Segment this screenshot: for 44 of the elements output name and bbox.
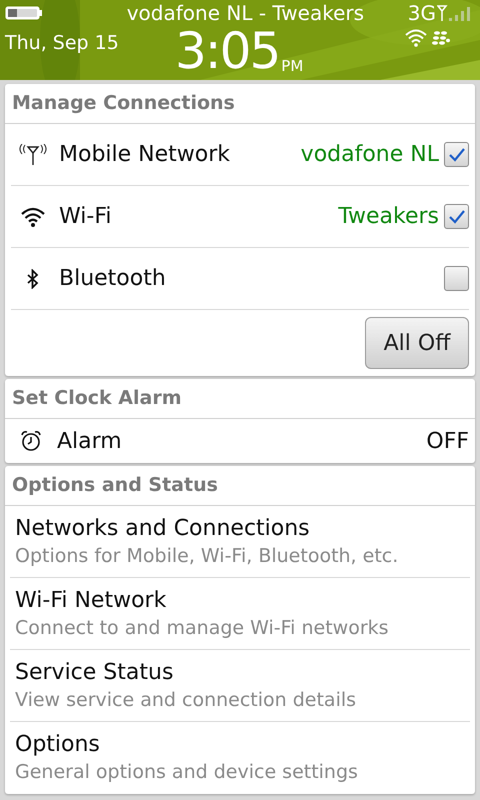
section-header: Manage Connections	[12, 91, 235, 116]
clock-time: 3:05	[175, 26, 280, 76]
antenna-icon	[17, 144, 49, 166]
wifi-icon	[20, 206, 46, 226]
alarm-value: OFF	[426, 428, 469, 456]
options-item[interactable]: Service Status View service and connection details	[10, 650, 470, 722]
date-text: Thu, Sep 15	[5, 31, 120, 56]
bluetooth-icon	[27, 268, 39, 288]
connection-row[interactable]: Wi-Fi Tweakers	[11, 186, 469, 248]
checkmark-icon	[448, 208, 466, 224]
alarm-label: Alarm	[57, 428, 123, 456]
item-title: Service Status	[15, 658, 174, 686]
item-title: Networks and Connections	[15, 514, 311, 542]
alarm-clock-icon	[20, 430, 42, 452]
network-type: 3G	[408, 3, 436, 23]
checkmark-icon	[448, 146, 466, 162]
section-header: Options and Status	[12, 473, 218, 498]
item-subtitle: View service and connection details	[15, 688, 358, 712]
carrier-name: vodafone NL - Tweakers	[126, 3, 366, 23]
checkbox[interactable]	[444, 142, 469, 167]
checkbox[interactable]	[444, 204, 469, 229]
item-subtitle: Options for Mobile, Wi-Fi, Bluetooth, etc.	[15, 544, 400, 568]
item-title: Wi-Fi Network	[15, 586, 168, 614]
options-item[interactable]: Options General options and device settings	[10, 722, 470, 794]
item-subtitle: Connect to and manage Wi-Fi networks	[15, 616, 390, 640]
connection-row[interactable]: Mobile Network vodafone NL	[11, 124, 469, 186]
checkbox[interactable]	[444, 266, 469, 291]
connection-value: vodafone NL	[300, 141, 439, 169]
alarm-row[interactable]: Alarm OFF	[5, 419, 475, 463]
options-item[interactable]: Networks and Connections Options for Mobile, Wi-Fi, Bluetooth, etc.	[10, 506, 470, 578]
section-header: Set Clock Alarm	[12, 386, 182, 412]
all-off-button[interactable]: All Off	[365, 317, 469, 369]
battery-icon	[5, 6, 43, 20]
wifi-icon	[405, 29, 427, 47]
connection-row[interactable]: Bluetooth	[11, 248, 469, 310]
options-item[interactable]: Wi-Fi Network Connect to and manage Wi-Fi networks	[10, 578, 470, 650]
clock-ampm: PM	[281, 59, 304, 74]
connection-label: Wi-Fi	[59, 203, 112, 231]
connection-value: Tweakers	[338, 203, 439, 231]
blackberry-logo-icon	[432, 31, 450, 45]
connection-label: Bluetooth	[59, 265, 167, 293]
item-subtitle: General options and device settings	[15, 760, 359, 785]
item-title: Options	[15, 731, 101, 759]
connection-label: Mobile Network	[59, 141, 232, 169]
